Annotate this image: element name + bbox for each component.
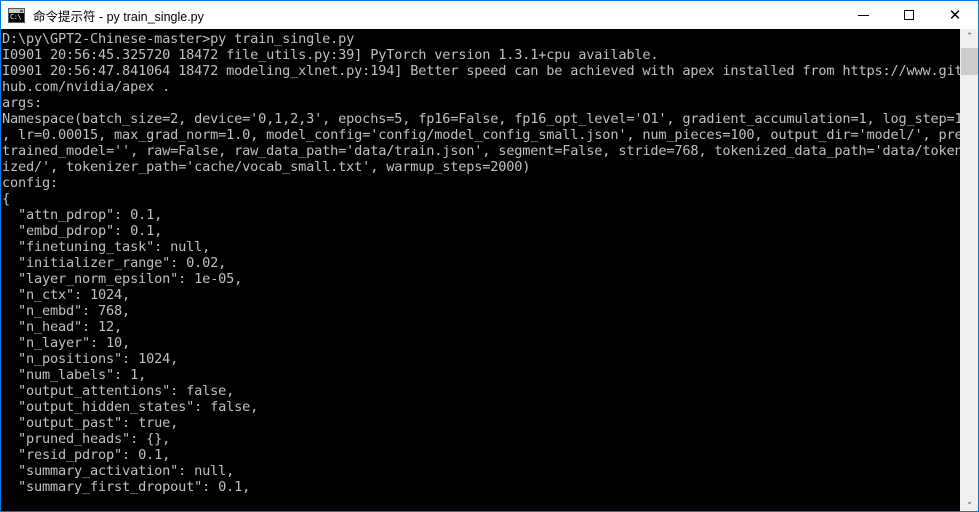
close-button[interactable]: ✕ [932,1,978,29]
console-body: D:\py\GPT2-Chinese-master>py train_singl… [1,29,978,511]
console-line: I0901 20:56:47.841064 18472 modeling_xln… [2,63,960,79]
console-line: "pruned_heads": {}, [2,431,171,447]
console-line: I0901 20:56:45.325720 18472 file_utils.p… [2,47,659,63]
console-line: "n_layer": 10, [2,335,131,351]
scroll-up-arrow-icon[interactable]: ⌃ [961,29,978,46]
maximize-button[interactable] [886,1,932,29]
cmd-console-icon: C:\ [8,7,25,23]
console-line: args: [2,95,43,111]
console-line: "n_embd": 768, [2,303,131,319]
console-line: "summary_activation": null, [2,463,235,479]
console-line: "n_ctx": 1024, [2,287,131,303]
console-line: { [2,191,11,207]
console-output[interactable]: D:\py\GPT2-Chinese-master>py train_singl… [1,29,960,511]
title-bar[interactable]: C:\ 命令提示符 - py train_single.py ✕ [1,1,978,29]
console-line: , lr=0.00015, max_grad_norm=1.0, model_c… [2,127,960,143]
console-line: "n_positions": 1024, [2,351,179,367]
minimize-icon [857,14,869,16]
console-line: "num_labels": 1, [2,367,147,383]
console-line: "output_past": true, [2,415,179,431]
console-line: hub.com/nvidia/apex . [2,79,171,95]
console-line: "summary_first_dropout": 0.1, [2,479,251,495]
title-bar-left: C:\ 命令提示符 - py train_single.py [1,6,204,25]
scrollbar-track[interactable] [961,46,978,494]
console-line: config: [2,175,59,191]
close-icon: ✕ [948,5,962,24]
console-line: "finetuning_task": null, [2,239,211,255]
console-line: "n_head": 12, [2,319,123,335]
minimize-button[interactable] [840,1,886,29]
scroll-down-arrow-icon[interactable]: ⌄ [961,494,978,511]
console-line: "output_attentions": false, [2,383,235,399]
command-prompt-window: C:\ 命令提示符 - py train_single.py ✕ D:\py\G… [0,0,979,512]
console-line: ized/', tokenizer_path='cache/vocab_smal… [2,159,531,175]
console-line: "resid_pdrop": 0.1, [2,447,171,463]
vertical-scrollbar[interactable]: ⌃ ⌄ [960,29,978,511]
console-line: trained_model='', raw=False, raw_data_pa… [2,143,960,159]
scrollbar-thumb[interactable] [961,48,978,75]
console-line: D:\py\GPT2-Chinese-master>py train_singl… [2,31,355,47]
console-line: "embd_pdrop": 0.1, [2,223,163,239]
console-line: Namespace(batch_size=2, device='0,1,2,3'… [2,111,960,127]
console-line: "initializer_range": 0.02, [2,255,227,271]
window-controls: ✕ [840,1,978,29]
window-title: 命令提示符 - py train_single.py [33,9,204,24]
icon-prompt-text: C:\ [10,12,22,21]
console-line: "output_hidden_states": false, [2,399,259,415]
console-line: "attn_pdrop": 0.1, [2,207,163,223]
maximize-icon [904,10,914,20]
console-line: "layer_norm_epsilon": 1e-05, [2,271,243,287]
